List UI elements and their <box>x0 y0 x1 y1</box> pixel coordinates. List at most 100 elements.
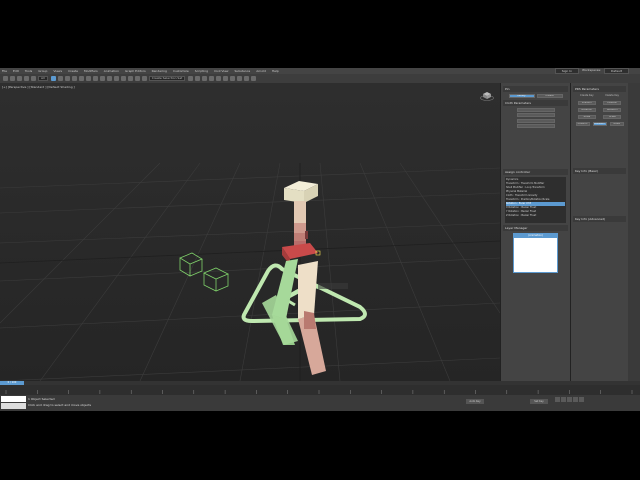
pivot-center-icon[interactable] <box>113 76 119 81</box>
playback-controls <box>555 397 585 402</box>
place-icon[interactable] <box>99 76 105 81</box>
delete-rotation-key[interactable]: Rotation <box>603 107 622 112</box>
create-position-key[interactable]: Position <box>577 100 596 105</box>
spinner-snap-icon[interactable] <box>141 76 147 81</box>
select-by-name-icon[interactable] <box>57 76 63 81</box>
menu-edit[interactable]: Edit <box>13 69 19 73</box>
helper-boxes <box>179 252 229 292</box>
cloth-parameters-rollout[interactable]: Cloth Parameters <box>503 100 568 106</box>
prompt-line: Click and drag to select and move object… <box>28 403 92 407</box>
controller-tree[interactable]: Dynamics Transform : Transform Modifier … <box>505 176 566 223</box>
menu-file[interactable]: File <box>2 69 7 73</box>
percent-snap-icon[interactable] <box>134 76 140 81</box>
main-toolbar: All Create Selection Set <box>0 74 640 83</box>
pin-stack-label: Pin <box>503 86 568 92</box>
material-editor-icon[interactable] <box>230 76 236 81</box>
panel-scrollbar[interactable] <box>628 83 640 381</box>
tree-item[interactable]: Z Rotation : Bezier Float <box>506 214 565 218</box>
param-button-2[interactable] <box>516 113 555 117</box>
selection-region-icon[interactable] <box>64 76 70 81</box>
key-basic-spacer <box>571 175 628 215</box>
named-selection-set-dropdown[interactable]: Create Selection Set <box>148 76 186 81</box>
scale-toggle[interactable]: Scale <box>609 121 624 126</box>
grid-lines <box>0 162 500 381</box>
track-bar[interactable]: 0510152025303540455055606570758085909510… <box>0 385 640 399</box>
menu-graph-editors[interactable]: Graph Editors <box>125 69 146 73</box>
status-bar: 1 Object Selected Click and drag to sele… <box>0 395 640 411</box>
menu-scripting[interactable]: Scripting <box>195 69 208 73</box>
menu-modifiers[interactable]: Modifiers <box>84 69 98 73</box>
create-tab[interactable]: Create <box>536 94 563 98</box>
key-info-advanced-rollout[interactable]: Key Info (Advanced) <box>573 216 626 222</box>
window-crossing-icon[interactable] <box>71 76 77 81</box>
delete-position-key[interactable]: Position <box>603 100 622 105</box>
set-key-button[interactable]: Set Key <box>530 399 548 404</box>
viewport-scene <box>0 162 500 381</box>
menu-civil-view[interactable]: Civil View <box>214 69 228 73</box>
unlink-icon[interactable] <box>24 76 29 81</box>
grid-axis-x <box>0 240 500 264</box>
prs-rollout[interactable]: PRS Parameters <box>573 86 626 92</box>
render-frame-icon[interactable] <box>244 76 250 81</box>
perspective-viewport[interactable]: [+] [Perspective ] [Standard ] [Default … <box>0 83 500 381</box>
maxscript-output[interactable] <box>1 403 26 409</box>
menu-tools[interactable]: Tools <box>25 69 32 73</box>
menu-rendering[interactable]: Rendering <box>152 69 167 73</box>
align-icon[interactable] <box>195 76 201 81</box>
layer-manager-rollout[interactable]: Layer Manager <box>503 224 568 231</box>
bind-space-warp-icon[interactable] <box>31 76 36 81</box>
redo-icon[interactable] <box>10 76 15 81</box>
key-info-basic-rollout[interactable]: Key Info (Basic) <box>573 168 626 174</box>
link-icon[interactable] <box>17 76 22 81</box>
menu-create[interactable]: Create <box>68 69 78 73</box>
position-toggle[interactable]: Position <box>575 121 590 126</box>
snap-toggle-icon[interactable] <box>120 76 126 81</box>
undo-icon[interactable] <box>3 76 8 81</box>
menu-arnold[interactable]: Arnold <box>256 69 266 73</box>
create-rotation-key[interactable]: Rotation <box>577 107 596 112</box>
scene-explorer-icon[interactable] <box>202 76 208 81</box>
schematic-view-icon[interactable] <box>223 76 229 81</box>
viewcube-icon[interactable] <box>480 91 494 101</box>
rotation-toggle[interactable]: Rotation <box>592 121 607 126</box>
max-app-window: File Edit Tools Group Views Create Modif… <box>0 68 640 411</box>
menu-substance[interactable]: Substance <box>235 69 251 73</box>
assign-controller-rollout[interactable]: Assign controller <box>503 168 568 175</box>
render-icon[interactable] <box>251 76 257 81</box>
menu-help[interactable]: Help <box>272 69 279 73</box>
selection-status: 1 Object Selected <box>28 397 55 401</box>
viewport-tooltip <box>318 283 348 289</box>
layer-list[interactable]: (Animation) <box>513 232 558 273</box>
menu-group[interactable]: Group <box>38 69 47 73</box>
mirror-icon[interactable] <box>188 76 194 81</box>
go-to-start-icon[interactable] <box>555 397 560 402</box>
modify-tab[interactable]: Modify <box>508 94 535 98</box>
select-object-icon[interactable] <box>50 76 56 81</box>
move-icon[interactable] <box>78 76 84 81</box>
menu-views[interactable]: Views <box>53 69 62 73</box>
scale-icon[interactable] <box>92 76 98 81</box>
layer-item[interactable]: (Animation) <box>514 233 557 238</box>
param-spacer <box>501 130 570 168</box>
next-frame-icon[interactable] <box>573 397 578 402</box>
angle-snap-icon[interactable] <box>127 76 133 81</box>
layer-explorer-icon[interactable] <box>209 76 215 81</box>
param-button-1[interactable] <box>516 107 555 112</box>
auto-key-button[interactable]: Auto Key <box>466 399 484 404</box>
param-button-3[interactable] <box>516 118 555 123</box>
play-icon[interactable] <box>567 397 572 402</box>
create-scale-key[interactable]: Scale <box>577 114 596 119</box>
delete-scale-key[interactable]: Scale <box>603 114 622 119</box>
render-setup-icon[interactable] <box>237 76 243 81</box>
selection-filter-dropdown[interactable]: All <box>38 76 48 81</box>
previous-frame-icon[interactable] <box>561 397 566 402</box>
menu-animation[interactable]: Animation <box>104 69 119 73</box>
param-button-4[interactable] <box>516 124 555 128</box>
go-to-end-icon[interactable] <box>579 397 584 402</box>
menu-customize[interactable]: Customize <box>173 69 189 73</box>
coordinate-system-icon[interactable] <box>106 76 112 81</box>
curve-editor-icon[interactable] <box>216 76 222 81</box>
timeline: 0 / 100 05101520253035404550556065707580… <box>0 381 640 399</box>
rotate-icon[interactable] <box>85 76 91 81</box>
maxscript-listener[interactable] <box>1 396 26 402</box>
